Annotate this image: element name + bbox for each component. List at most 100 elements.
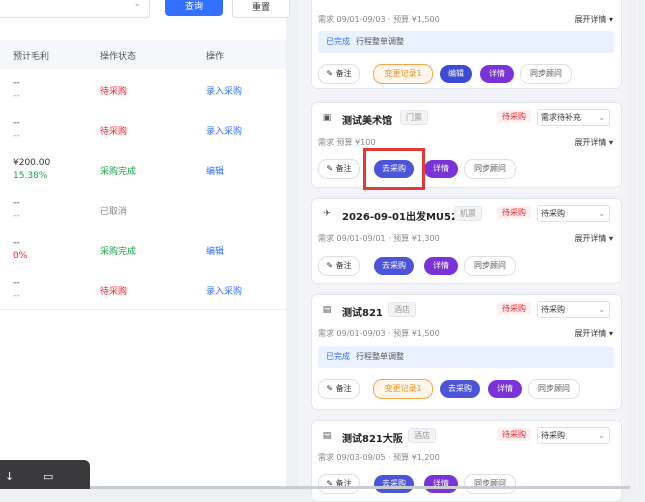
status-select-value: 待采购 [541,209,565,218]
expand-details-link[interactable]: 展开详情 ▾ [574,14,613,25]
table-row: -- -- 已取消 [0,189,286,230]
profit-value: -- [13,118,20,128]
purchase-card: ✈ 2026-09-01出发MU521 机票 待采购 待采购 ⌄ 需求 09/01… [311,198,622,284]
table-row: ¥200.00 15.38% 采购完成 编辑 [0,149,286,190]
query-button[interactable]: 查询 [165,0,223,16]
detail-button[interactable]: 详情 [424,475,458,493]
table-row: -- -- 待采购 录入采购 [0,69,286,110]
enter-purchase-link[interactable]: 录入采购 [206,124,242,137]
sync-advisor-button[interactable]: 同步顾问 [528,379,580,399]
chevron-down-icon: ⌄ [598,305,605,314]
chevron-down-icon: ⌄ [133,0,141,9]
status-tag: 待采购 [497,428,531,441]
table-header: 预计毛利 操作状态 操作 [0,40,286,71]
go-purchase-button[interactable]: 去采购 [440,380,480,398]
status-tag: 待采购 [497,206,531,219]
document-icon[interactable]: ▭ [43,470,53,483]
table-row: -- 0% 采购完成 编辑 [0,229,286,270]
detail-button[interactable]: 详情 [480,65,514,83]
change-log-button[interactable]: 变更记录1 [373,379,433,399]
status-text: 采购完成 [100,247,137,257]
sync-advisor-button[interactable]: 同步顾问 [464,474,516,494]
profit-rate: -- [13,91,20,101]
highlight-box [363,148,425,190]
filter-select[interactable]: ⌄ [0,0,150,18]
card-type-tag: 门票 [400,110,428,125]
card-need: 需求 预算 ¥100 [318,138,376,147]
card-need: 需求 09/03-09/05 · 预算 ¥1,200 [318,453,440,462]
note-button[interactable]: ✎ 备注 [318,379,360,399]
note-button[interactable]: ✎ 备注 [318,159,360,179]
card-need: 需求 09/01-09/01 · 预算 ¥1,300 [318,234,440,243]
card-need: 需求 09/01-09/03 · 预算 ¥1,500 [318,329,440,338]
chevron-down-icon: ⌄ [598,113,605,122]
expand-details-link[interactable]: 展开详情 ▾ [574,233,613,244]
status-tag: 待采购 [497,302,531,315]
status-select[interactable]: 待采购 ⌄ [537,205,610,222]
status-text: 采购完成 [100,167,137,177]
status-select[interactable]: 待采购 ⌄ [537,427,610,444]
edit-button[interactable]: 编辑 [440,65,472,83]
card-title: 2026-09-01出发MU521 [342,212,465,223]
sync-advisor-button[interactable]: 同步顾问 [520,64,572,84]
enter-purchase-link[interactable]: 录入采购 [206,84,242,97]
drawer-scrollbar[interactable] [628,0,636,489]
card-type-tag: 酒店 [408,428,436,443]
card-need: 需求 09/01-09/03 · 预算 ¥1,500 [318,15,440,24]
sync-advisor-button[interactable]: 同步顾问 [464,159,516,179]
detail-button[interactable]: 详情 [424,160,458,178]
column-header-status: 操作状态 [100,52,137,62]
expand-details-link[interactable]: 展开详情 ▾ [574,137,613,148]
card-title: 测试821大阪 [342,434,403,445]
profit-value: ¥200.00 [13,158,51,168]
edit-link[interactable]: 编辑 [206,164,224,177]
go-purchase-button[interactable]: 去采购 [374,257,414,275]
status-select-value: 待采购 [541,431,565,440]
card-type-tag: 酒店 [388,302,416,317]
go-purchase-button[interactable]: 去采购 [374,475,414,493]
edit-link[interactable]: 编辑 [206,244,224,257]
notice-done: 已完成 [326,37,350,46]
status-text: 待采购 [100,87,128,97]
reset-button[interactable]: 重置 [232,0,290,18]
filter-bar: ⌄ 查询 重置 [0,0,290,24]
table-row: -- -- 待采购 录入采购 [0,109,286,150]
purchase-card: ▣ 测试美术馆 门票 待采购 需求待补充 ⌄ 需求 预算 ¥100 展开详情 ▾ … [311,102,622,188]
profit-value: -- [13,198,20,208]
hotel-icon: ▤ [322,431,332,441]
status-tag: 待采购 [497,110,531,123]
download-icon[interactable]: ↓ [5,470,14,483]
note-button[interactable]: ✎ 备注 [318,474,360,494]
purchase-card: ▤ 测试821大阪 酒店 待采购 待采购 ⌄ 需求 09/03-09/05 · 预… [311,420,622,502]
notice-text: 行程整单调整 [356,37,404,46]
profit-value: -- [13,238,20,248]
status-select[interactable]: 需求待补充 ⌄ [537,109,610,126]
purchase-card: 需求 09/01-09/03 · 预算 ¥1,500 展开详情 ▾ 已完成 行程整… [311,0,622,89]
status-select[interactable]: 待采购 ⌄ [537,301,610,318]
table-row: -- -- 待采购 录入采购 [0,269,286,310]
profit-rate: 0% [13,251,28,261]
status-select-value: 需求待补充 [541,113,581,122]
profit-value: -- [13,78,20,88]
note-button[interactable]: ✎ 备注 [318,64,360,84]
detail-button[interactable]: 详情 [424,257,458,275]
card-title: 测试821 [342,308,383,319]
note-button[interactable]: ✎ 备注 [318,256,360,276]
column-header-action: 操作 [206,52,225,62]
status-text: 待采购 [100,127,128,137]
order-table-panel: ⌄ 查询 重置 预计毛利 操作状态 操作 -- -- 待采购 录入采购 -- -… [0,0,290,489]
status-select-value: 待采购 [541,305,565,314]
detail-button[interactable]: 详情 [488,380,522,398]
column-header-profit: 预计毛利 [13,52,50,62]
change-log-button[interactable]: 变更记录1 [373,64,433,84]
profit-rate: 15.38% [13,171,48,181]
status-text: 已取消 [100,207,128,217]
enter-purchase-link[interactable]: 录入采购 [206,284,242,297]
status-text: 待采购 [100,287,128,297]
floating-toolbar: ↓ ▭ [0,460,90,489]
profit-rate: -- [13,211,20,221]
card-title: 测试美术馆 [342,116,392,127]
expand-details-link[interactable]: 展开详情 ▾ [574,328,613,339]
ticket-icon: ▣ [322,113,332,123]
sync-advisor-button[interactable]: 同步顾问 [464,256,516,276]
